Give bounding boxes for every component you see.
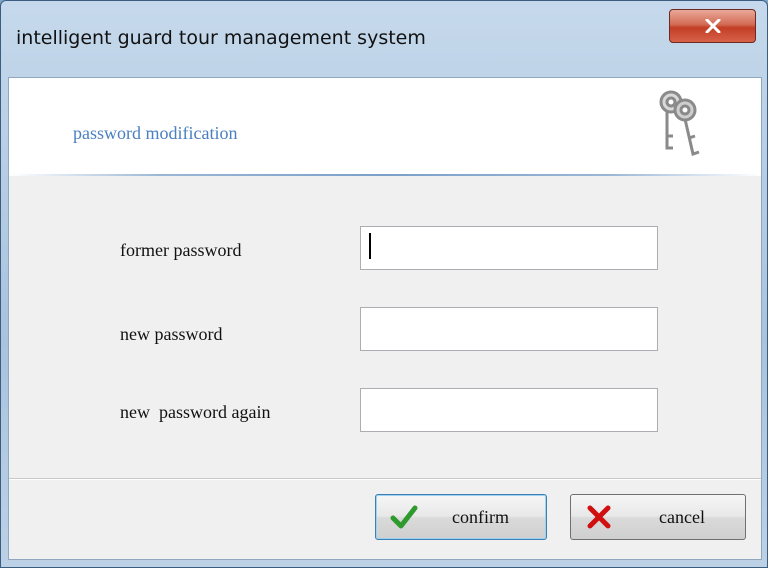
- new-password-label: new password: [120, 324, 223, 344]
- close-button[interactable]: [669, 9, 756, 43]
- dialog-client-area: password modification former password ne…: [8, 77, 762, 560]
- new-password-input[interactable]: [360, 307, 658, 351]
- title-bar[interactable]: intelligent guard tour management system: [1, 1, 767, 77]
- text-caret: [369, 233, 371, 259]
- new-password-again-input[interactable]: [360, 388, 658, 432]
- confirm-label: confirm: [452, 506, 509, 527]
- cancel-label: cancel: [659, 506, 705, 527]
- cancel-x-icon: [587, 505, 611, 529]
- footer-divider-highlight: [9, 479, 761, 480]
- former-password-input[interactable]: [360, 226, 658, 270]
- header-title: password modification: [73, 123, 238, 143]
- confirm-button[interactable]: confirm: [375, 494, 547, 540]
- dialog-window: intelligent guard tour management system…: [0, 0, 768, 568]
- checkmark-icon: [390, 505, 418, 529]
- new-password-again-label: new password again: [120, 402, 271, 422]
- keys-icon: [659, 90, 700, 156]
- former-password-label: former password: [120, 240, 242, 260]
- close-icon: [705, 19, 720, 33]
- window-title: intelligent guard tour management system: [16, 27, 426, 49]
- header-band: password modification: [9, 78, 761, 174]
- cancel-button[interactable]: cancel: [570, 494, 746, 540]
- header-divider: [9, 174, 761, 176]
